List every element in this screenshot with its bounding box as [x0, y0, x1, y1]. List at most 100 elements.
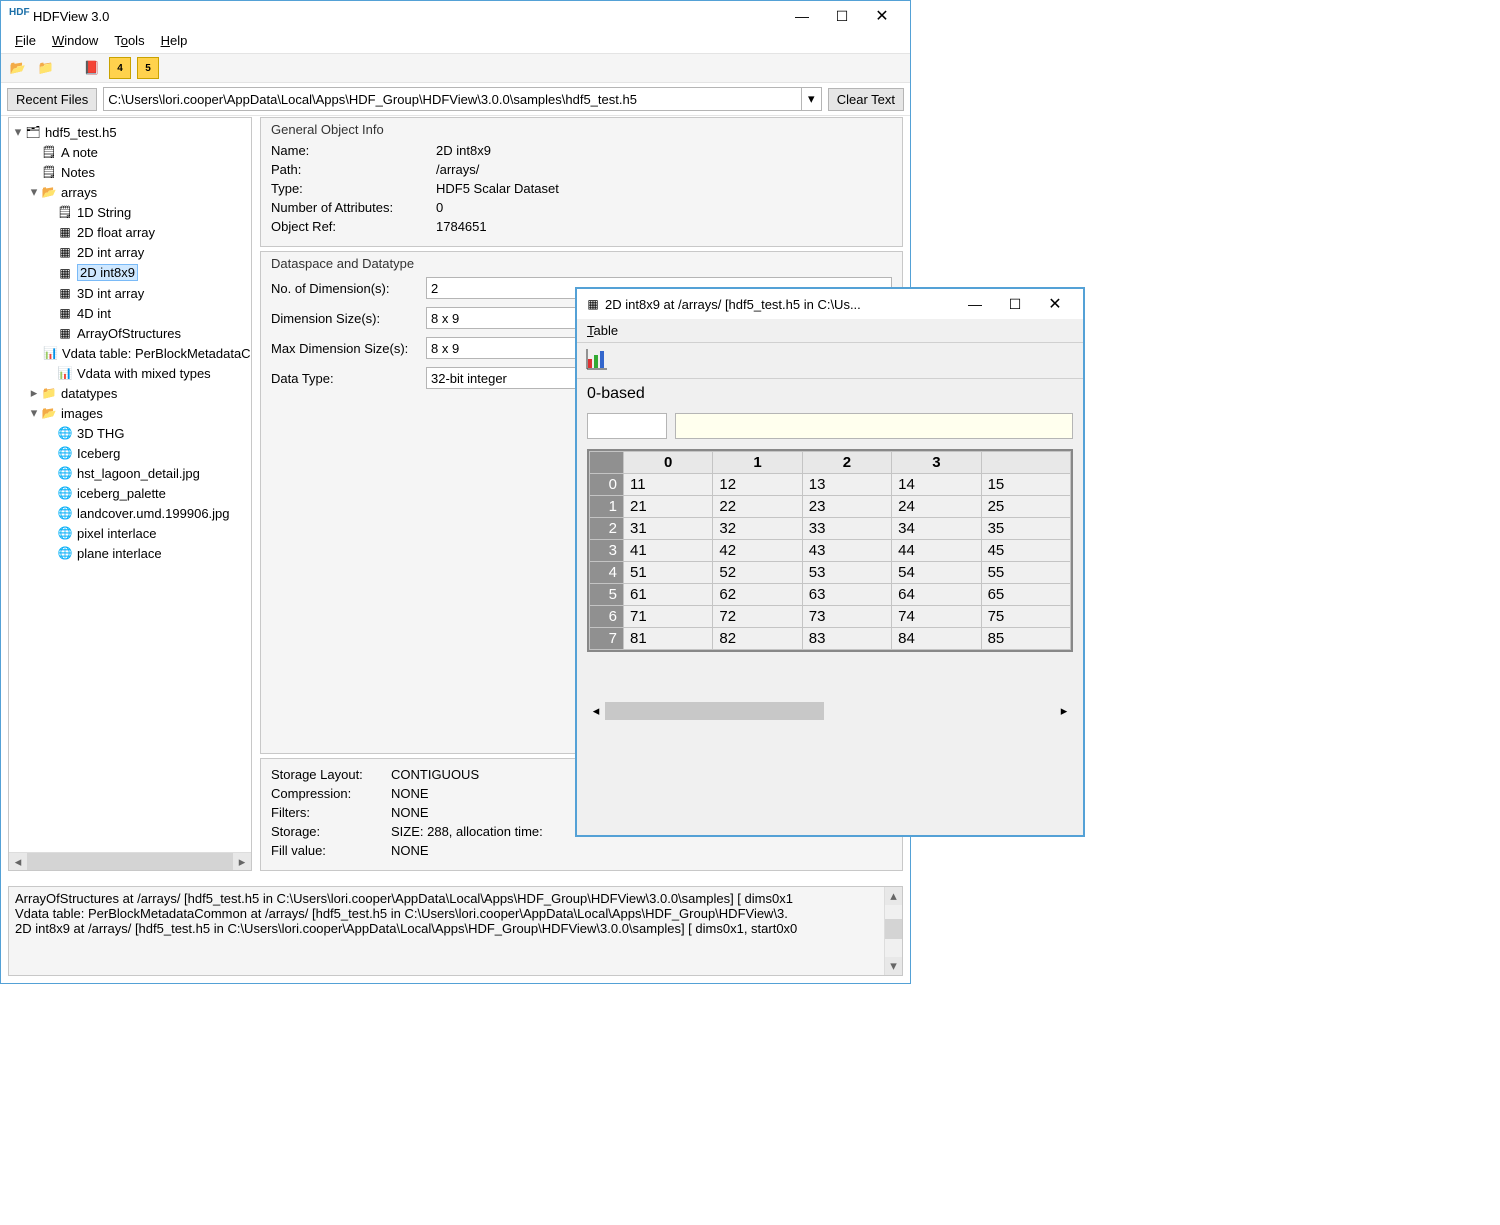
scroll-left-icon[interactable]: ◂ — [587, 702, 605, 720]
data-cell[interactable]: 73 — [802, 606, 891, 628]
data-cell[interactable]: 85 — [981, 628, 1070, 650]
data-cell[interactable]: 83 — [802, 628, 891, 650]
menu-file[interactable]: File — [7, 31, 44, 53]
data-cell[interactable]: 22 — [713, 496, 802, 518]
data-cell[interactable]: 74 — [892, 606, 981, 628]
data-cell[interactable]: 71 — [624, 606, 713, 628]
tree-item[interactable]: 2D int array — [77, 245, 144, 260]
tree-item[interactable]: 2D float array — [77, 225, 155, 240]
scroll-up-icon[interactable]: ▴ — [885, 887, 902, 905]
data-cell[interactable]: 61 — [624, 584, 713, 606]
col-header[interactable]: 0 — [624, 452, 713, 474]
cell-address-box[interactable] — [587, 413, 667, 439]
data-cell[interactable]: 23 — [802, 496, 891, 518]
data-cell[interactable]: 54 — [892, 562, 981, 584]
tree-item[interactable]: 4D int — [77, 306, 111, 321]
minimize-button[interactable]: — — [955, 290, 995, 318]
col-header[interactable]: 3 — [892, 452, 981, 474]
data-cell[interactable]: 11 — [624, 474, 713, 496]
data-cell[interactable]: 32 — [713, 518, 802, 540]
data-cell[interactable]: 15 — [981, 474, 1070, 496]
data-cell[interactable]: 33 — [802, 518, 891, 540]
data-cell[interactable]: 55 — [981, 562, 1070, 584]
row-header[interactable]: 5 — [590, 584, 624, 606]
close-button[interactable]: ✕ — [862, 2, 902, 30]
data-cell[interactable]: 24 — [892, 496, 981, 518]
clear-text-button[interactable]: Clear Text — [828, 88, 904, 111]
tree-scrollbar[interactable]: ◂ ▸ — [9, 852, 251, 870]
tree-arrays[interactable]: arrays — [61, 185, 97, 200]
maximize-button[interactable]: ☐ — [995, 290, 1035, 318]
data-cell[interactable]: 12 — [713, 474, 802, 496]
tree-item[interactable]: ArrayOfStructures — [77, 326, 181, 341]
tree-item[interactable]: 3D int array — [77, 286, 144, 301]
scroll-right-icon[interactable]: ▸ — [233, 853, 251, 870]
data-cell[interactable]: 62 — [713, 584, 802, 606]
grid-scrollbar[interactable]: ◂ ▸ — [587, 702, 1073, 720]
scroll-right-icon[interactable]: ▸ — [1055, 702, 1073, 720]
data-cell[interactable]: 25 — [981, 496, 1070, 518]
data-cell[interactable]: 14 — [892, 474, 981, 496]
data-cell[interactable]: 35 — [981, 518, 1070, 540]
scroll-down-icon[interactable]: ▾ — [885, 957, 902, 975]
hdf4-icon[interactable]: 4 — [109, 57, 131, 79]
tree-item[interactable]: Vdata table: PerBlockMetadataCommon — [62, 346, 251, 361]
data-cell[interactable]: 45 — [981, 540, 1070, 562]
data-grid[interactable]: 0123011121314151212223242523132333435341… — [587, 449, 1073, 652]
row-header[interactable]: 4 — [590, 562, 624, 584]
row-header[interactable]: 2 — [590, 518, 624, 540]
data-cell[interactable]: 65 — [981, 584, 1070, 606]
minimize-button[interactable]: — — [782, 2, 822, 30]
log-scrollbar[interactable]: ▴ ▾ — [884, 887, 902, 975]
data-cell[interactable]: 42 — [713, 540, 802, 562]
data-cell[interactable]: 13 — [802, 474, 891, 496]
row-header[interactable]: 3 — [590, 540, 624, 562]
path-combo[interactable]: ▾ — [103, 87, 821, 111]
scroll-left-icon[interactable]: ◂ — [9, 853, 27, 870]
tree-item[interactable]: 3D THG — [77, 426, 124, 441]
tree-a-note[interactable]: A note — [61, 145, 98, 160]
tree-item[interactable]: pixel interlace — [77, 526, 157, 541]
path-input[interactable] — [103, 87, 801, 111]
tree-item[interactable]: hst_lagoon_detail.jpg — [77, 466, 200, 481]
data-cell[interactable]: 64 — [892, 584, 981, 606]
tree-item[interactable]: landcover.umd.199906.jpg — [77, 506, 230, 521]
col-header[interactable] — [981, 452, 1070, 474]
menu-window[interactable]: Window — [44, 31, 106, 53]
recent-files-button[interactable]: Recent Files — [7, 88, 97, 111]
row-header[interactable]: 1 — [590, 496, 624, 518]
menu-table[interactable]: Table — [587, 323, 618, 338]
data-cell[interactable]: 44 — [892, 540, 981, 562]
tree-datatypes[interactable]: datatypes — [61, 386, 117, 401]
chart-icon[interactable] — [585, 347, 609, 371]
data-cell[interactable]: 75 — [981, 606, 1070, 628]
tree-item[interactable]: plane interlace — [77, 546, 162, 561]
data-cell[interactable]: 63 — [802, 584, 891, 606]
data-cell[interactable]: 81 — [624, 628, 713, 650]
tree-notes[interactable]: Notes — [61, 165, 95, 180]
tree-images[interactable]: images — [61, 406, 103, 421]
hdf5-icon[interactable]: 5 — [137, 57, 159, 79]
tree-item[interactable]: 2D int8x9 — [77, 264, 138, 281]
data-cell[interactable]: 31 — [624, 518, 713, 540]
col-header[interactable]: 2 — [802, 452, 891, 474]
row-header[interactable]: 6 — [590, 606, 624, 628]
data-cell[interactable]: 53 — [802, 562, 891, 584]
tree-item[interactable]: Vdata with mixed types — [77, 366, 211, 381]
data-cell[interactable]: 41 — [624, 540, 713, 562]
data-cell[interactable]: 84 — [892, 628, 981, 650]
close-file-icon[interactable]: 📁 — [35, 57, 57, 79]
help-icon[interactable]: 📕 — [81, 57, 103, 79]
tree-item[interactable]: iceberg_palette — [77, 486, 166, 501]
close-button[interactable]: ✕ — [1035, 290, 1075, 318]
data-cell[interactable]: 82 — [713, 628, 802, 650]
row-header[interactable]: 0 — [590, 474, 624, 496]
cell-value-box[interactable] — [675, 413, 1073, 439]
data-cell[interactable]: 72 — [713, 606, 802, 628]
menu-help[interactable]: Help — [153, 31, 196, 53]
tree-root[interactable]: hdf5_test.h5 — [45, 125, 117, 140]
chevron-down-icon[interactable]: ▾ — [802, 87, 822, 111]
object-tree[interactable]: ▾🗂hdf5_test.h5 🗒A note 🗒Notes ▾arrays 🗒1… — [9, 118, 251, 852]
data-cell[interactable]: 52 — [713, 562, 802, 584]
data-cell[interactable]: 21 — [624, 496, 713, 518]
